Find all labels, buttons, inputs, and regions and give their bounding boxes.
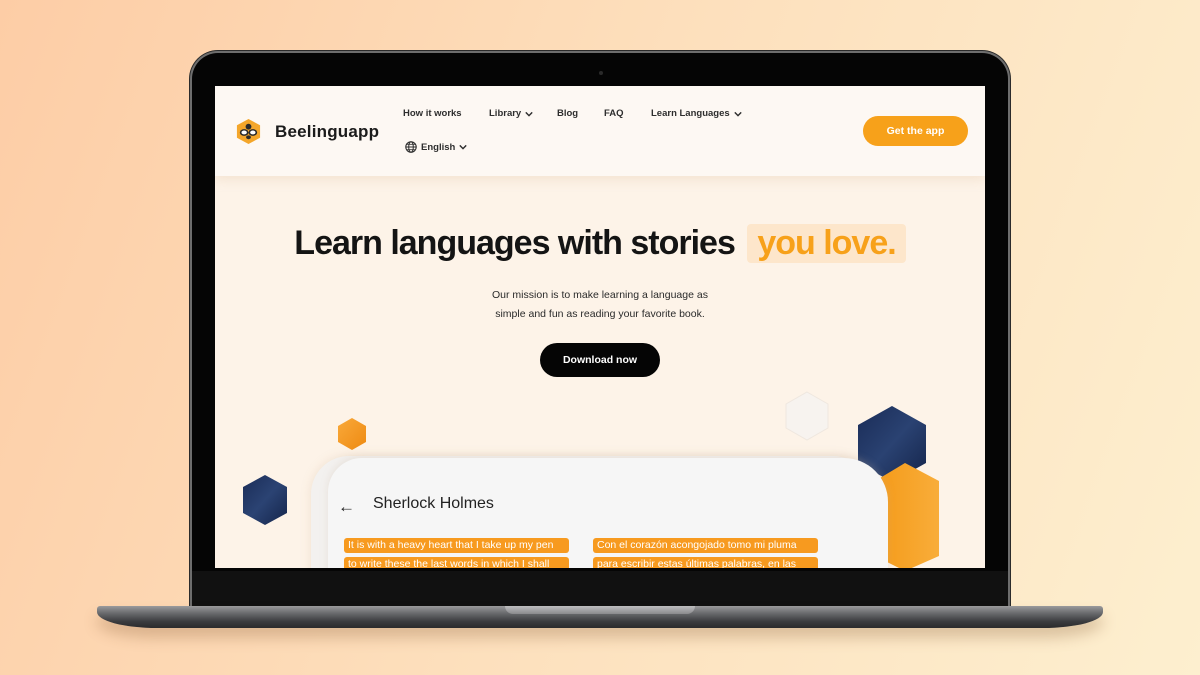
orange-hexagon-small [338,418,366,450]
arrow-left-icon[interactable]: ← [338,497,355,517]
bee-logo-icon [236,118,261,145]
laptop-notch [505,606,695,614]
nav-faq[interactable]: FAQ [604,108,624,119]
reader-title: Sherlock Holmes [373,495,494,512]
chevron-down-icon [459,144,468,150]
nav-learn-languages[interactable]: Learn Languages [651,108,742,119]
site-header: Beelinguapp How it works Library Blog FA… [215,86,985,176]
hero-subtitle-line: Our mission is to make learning a langua… [492,289,708,301]
reader-line-es[interactable]: para escribir estas últimas palabras, en… [593,557,818,568]
hero-title-text: Learn languages with stories [294,224,736,262]
hero-title-highlight: you love. [747,224,906,263]
nav-label: FAQ [604,108,624,119]
nav-label: Learn Languages [651,108,730,119]
brand-logo[interactable]: Beelinguapp [235,118,379,145]
language-label: English [421,141,456,153]
nav-label: Library [489,108,522,119]
chevron-down-icon [733,111,742,117]
nav-library[interactable]: Library [489,108,533,119]
nav-blog[interactable]: Blog [557,108,578,119]
reader-card: ← Sherlock Holmes It is with a heavy hea… [328,458,888,568]
reader-line-en[interactable]: to write these the last words in which I… [344,557,569,568]
hero-subtitle: Our mission is to make learning a langua… [215,286,985,324]
globe-icon [405,141,417,153]
reader-line-en[interactable]: It is with a heavy heart that I take up … [344,538,569,553]
reader-line-es[interactable]: Con el corazón acongojado tomo mi pluma [593,538,818,553]
get-the-app-button[interactable]: Get the app [863,116,968,146]
nav-label: How it works [403,108,462,119]
website-screen: Beelinguapp How it works Library Blog FA… [215,86,985,568]
nav-label: Blog [557,108,579,119]
camera-icon [599,71,603,75]
download-now-button[interactable]: Download now [540,343,660,377]
laptop-bezel-bottom [192,571,1008,611]
nav-how-it-works[interactable]: How it works [403,108,462,119]
brand-name: Beelinguapp [275,121,380,141]
white-hexagon [785,391,829,441]
language-selector[interactable]: English [405,141,468,153]
hero-title: Learn languages with stories you love. [215,224,985,263]
hero-subtitle-line: simple and fun as reading your favorite … [495,308,705,320]
chevron-down-icon [525,111,533,117]
navy-hexagon-left [243,475,287,525]
laptop-base [97,606,1103,628]
